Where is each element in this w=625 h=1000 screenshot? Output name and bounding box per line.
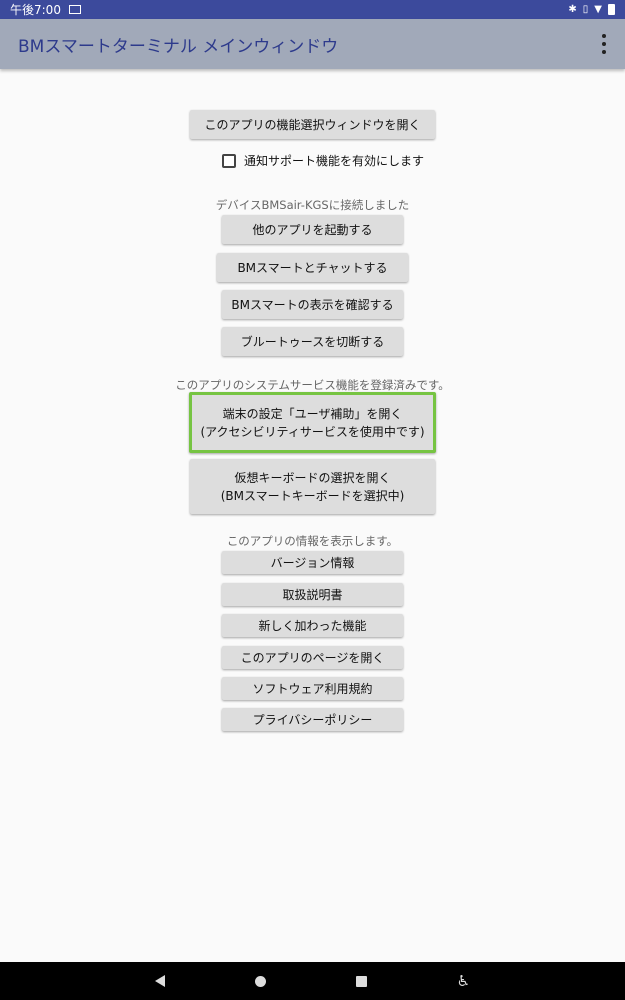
accessibility-line1: 端末の設定「ユーザ補助」を開く — [222, 406, 403, 421]
status-time: 午後7:00 — [10, 3, 61, 17]
app-bar: BMスマートターミナル メインウィンドウ — [0, 19, 625, 69]
recent-apps-icon[interactable] — [355, 975, 367, 987]
launch-other-app-button[interactable]: 他のアプリを起動する — [222, 215, 403, 244]
vibrate-icon: ▯ — [582, 4, 589, 15]
new-features-button[interactable]: 新しく加わった機能 — [222, 614, 403, 637]
status-icons: ✱ ▯ ▼ — [568, 4, 615, 15]
keyboard-line2: (BMスマートキーボードを選択中) — [220, 488, 405, 503]
home-icon[interactable] — [254, 975, 266, 987]
disconnect-bluetooth-button[interactable]: ブルートゥースを切断する — [222, 327, 403, 356]
accessibility-icon[interactable]: ♿ — [457, 972, 470, 990]
device-status-label: デバイスBMSair-KGSに接続しました — [215, 198, 410, 212]
notify-support-label: 通知サポート機能を有効にします — [244, 154, 425, 168]
bluetooth-icon: ✱ — [568, 4, 577, 15]
wifi-icon: ▼ — [594, 4, 602, 15]
navigation-bar: ♿ — [0, 962, 625, 1000]
notify-support-checkbox[interactable] — [222, 153, 236, 168]
chat-bm-smart-button[interactable]: BMスマートとチャットする — [217, 253, 408, 282]
open-keyboard-selection-button[interactable]: 仮想キーボードの選択を開く (BMスマートキーボードを選択中) — [190, 459, 435, 514]
info-label: このアプリの情報を表示します。 — [226, 534, 399, 548]
back-icon[interactable] — [154, 975, 165, 987]
open-app-page-button[interactable]: このアプリのページを開く — [222, 646, 403, 669]
status-bar: 午後7:00 ✱ ▯ ▼ — [0, 0, 625, 19]
software-terms-button[interactable]: ソフトウェア利用規約 — [222, 677, 403, 700]
notify-support-row[interactable]: 通知サポート機能を有効にします — [222, 152, 424, 169]
manual-button[interactable]: 取扱説明書 — [222, 583, 403, 606]
service-status-label: このアプリのシステムサービス機能を登録済みです。 — [175, 378, 450, 392]
keyboard-line1: 仮想キーボードの選択を開く — [234, 470, 391, 485]
privacy-policy-button[interactable]: プライバシーポリシー — [222, 708, 403, 731]
battery-icon — [608, 4, 615, 15]
version-info-button[interactable]: バージョン情報 — [222, 551, 403, 574]
open-feature-window-button[interactable]: このアプリの機能選択ウィンドウを開く — [190, 110, 435, 139]
open-accessibility-settings-button[interactable]: 端末の設定「ユーザ補助」を開く (アクセシビリティサービスを使用中です) — [189, 392, 436, 453]
mail-icon — [68, 5, 81, 14]
app-title: BMスマートターミナル メインウィンドウ — [18, 36, 339, 57]
check-bm-display-button[interactable]: BMスマートの表示を確認する — [222, 290, 403, 319]
more-vert-icon[interactable] — [601, 34, 607, 54]
accessibility-line2: (アクセシビリティサービスを使用中です) — [200, 424, 425, 439]
